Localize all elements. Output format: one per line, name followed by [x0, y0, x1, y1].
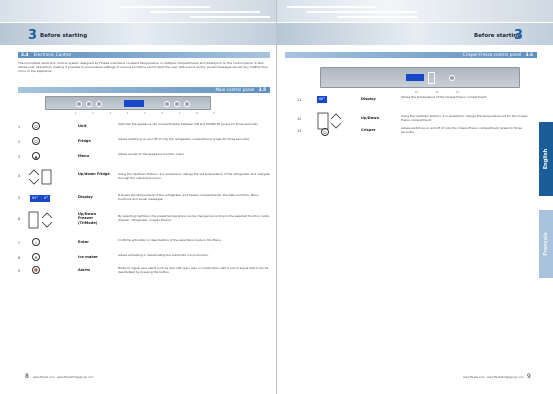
footer-url[interactable]: www.fhiaba.com - www.fhiabafridgegroup.c…: [33, 376, 94, 379]
intro-paragraph: The innovative electronic control system…: [18, 61, 268, 74]
crisper-icon: ⏻: [321, 128, 329, 136]
chapter-number: 3: [28, 28, 38, 43]
list-item: 8 ❄ Ice maker Allows activating or deact…: [18, 253, 209, 261]
ice-maker-icon: ❄: [32, 253, 40, 261]
panel-callout-numbers: 123456789: [75, 112, 215, 115]
panel-updown-button: [428, 72, 435, 84]
right-page: Before starting 3 Crisper-Fresco control…: [277, 0, 553, 394]
list-item: 11 00° Display Shows the temperature of …: [297, 95, 488, 103]
section-bar-electronic-control: 3.4 Electronic Control: [18, 52, 270, 58]
list-item: 1 ⏻ Unit Switches the appliance (all com…: [18, 122, 259, 130]
chapter-number: 3: [514, 28, 524, 43]
list-item: 3 ▲ Menu Allows access to the appliance …: [18, 152, 186, 160]
tab-english[interactable]: English: [539, 122, 553, 196]
list-item: 6 Up/Down Freezer (TriMode) By selecting…: [18, 207, 270, 233]
main-control-panel: [45, 96, 211, 110]
footer-url[interactable]: www.fhiaba.com - www.fhiabafridgegroup.c…: [463, 376, 524, 379]
panel-crisper-button: [449, 75, 455, 81]
panel-ice-button: [174, 100, 180, 107]
panel-unit-button: [76, 100, 82, 107]
list-item: 5 05° · 0° Display It shows the temperat…: [18, 193, 259, 202]
display-icon: 05° · 0°: [30, 195, 51, 202]
page-number: 8: [25, 373, 29, 380]
list-item: 13 ⏻ Crisper Allows switching on and off…: [297, 126, 522, 136]
tab-francais-label: Français: [543, 232, 549, 256]
panel-alarm-button: [184, 100, 190, 107]
section-title: Crisper-Fresco control panel: [462, 52, 522, 57]
panel-fridge-button: [86, 100, 92, 107]
alarm-icon: 🔕: [32, 266, 40, 274]
display-icon: 00°: [317, 96, 328, 103]
fridge-icon: ⏻: [32, 137, 40, 145]
list-item: 7 ✓ Enter Confirms activation or deactiv…: [18, 238, 222, 246]
updown-freezer-icon: [28, 208, 54, 236]
section-title: Main control panel: [215, 87, 255, 92]
unit-icon: ⏻: [32, 122, 40, 130]
list-item: 4 Up/down Fridge Using the Up/Down butto…: [18, 166, 270, 188]
list-item: 9 🔕 Alarm Blinks to signal user alerts s…: [18, 266, 269, 274]
section-number: 3.5: [258, 87, 266, 92]
left-page: 3 Before starting 3.4 Electronic Control…: [0, 0, 276, 394]
crisper-control-panel: [320, 67, 520, 88]
tab-francais[interactable]: Français: [539, 210, 553, 278]
section-title: Electronic Control: [33, 52, 71, 57]
section-number: 3.4: [21, 52, 29, 57]
section-bar-crisper-panel: Crisper-Fresco control panel 3.6: [285, 52, 537, 58]
chapter-title: Before starting: [40, 33, 88, 39]
panel-menu-button: [96, 100, 102, 107]
updown-fridge-icon: [28, 167, 54, 191]
section-bar-main-panel: Main control panel 3.5: [18, 87, 270, 93]
enter-icon: ✓: [32, 238, 40, 246]
panel-enter-button: [164, 100, 170, 107]
panel-display: [406, 74, 424, 81]
section-number: 3.6: [525, 52, 533, 57]
menu-icon: ▲: [32, 152, 40, 160]
list-item: 2 ⏻ Fridge Allows switching on and off o…: [18, 137, 250, 145]
tab-english-label: English: [543, 148, 549, 170]
page-number: 9: [527, 373, 531, 380]
panel-display: [124, 100, 144, 107]
